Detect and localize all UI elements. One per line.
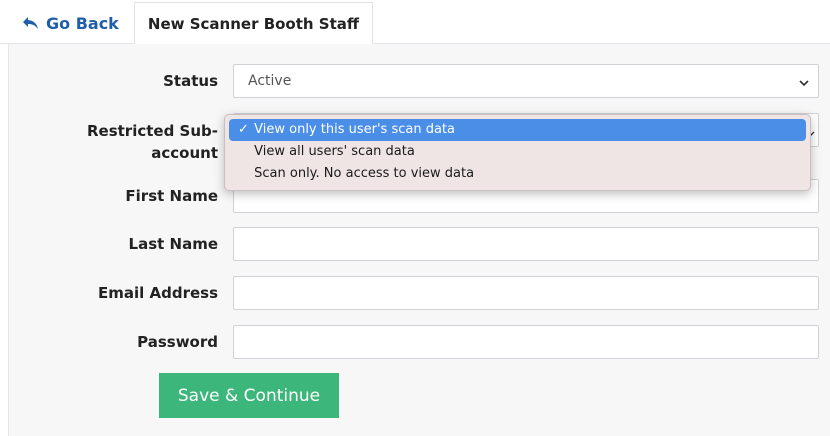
restricted-subaccount-label-line1: Restricted Sub- (86, 122, 218, 140)
restricted-subaccount-label-line2: account (151, 144, 218, 162)
go-back-label: Go Back (46, 13, 119, 33)
restricted-subaccount-dropdown: ✓ View only this user's scan data View a… (224, 114, 811, 191)
save-continue-button[interactable]: Save & Continue (159, 373, 339, 418)
password-label: Password (137, 333, 218, 351)
page: Go Back New Scanner Booth Staff Status A… (0, 0, 830, 436)
tab-new-scanner-booth-staff[interactable]: New Scanner Booth Staff (134, 2, 373, 45)
go-back-link[interactable]: Go Back (22, 10, 119, 36)
email-address-label: Email Address (97, 284, 218, 302)
reply-arrow-icon (22, 16, 39, 30)
status-select[interactable]: Active (233, 64, 819, 98)
last-name-label: Last Name (128, 235, 218, 253)
tab-bar: Go Back New Scanner Booth Staff (0, 0, 830, 45)
password-input[interactable] (233, 325, 819, 359)
option-label: View all users' scan data (254, 144, 415, 159)
last-name-input[interactable] (233, 227, 819, 261)
first-name-label: First Name (125, 187, 218, 205)
email-address-input[interactable] (233, 276, 819, 310)
chevron-down-icon (798, 76, 810, 92)
status-value: Active (248, 73, 292, 89)
status-label: Status (163, 72, 218, 90)
checkmark-icon: ✓ (238, 122, 249, 137)
dropdown-option-scan-only[interactable]: Scan only. No access to view data (229, 163, 806, 185)
dropdown-option-view-all[interactable]: View all users' scan data (229, 141, 806, 163)
option-label: Scan only. No access to view data (254, 166, 475, 181)
option-label: View only this user's scan data (254, 122, 455, 137)
dropdown-option-view-own[interactable]: ✓ View only this user's scan data (229, 119, 806, 141)
tab-label: New Scanner Booth Staff (147, 14, 360, 33)
